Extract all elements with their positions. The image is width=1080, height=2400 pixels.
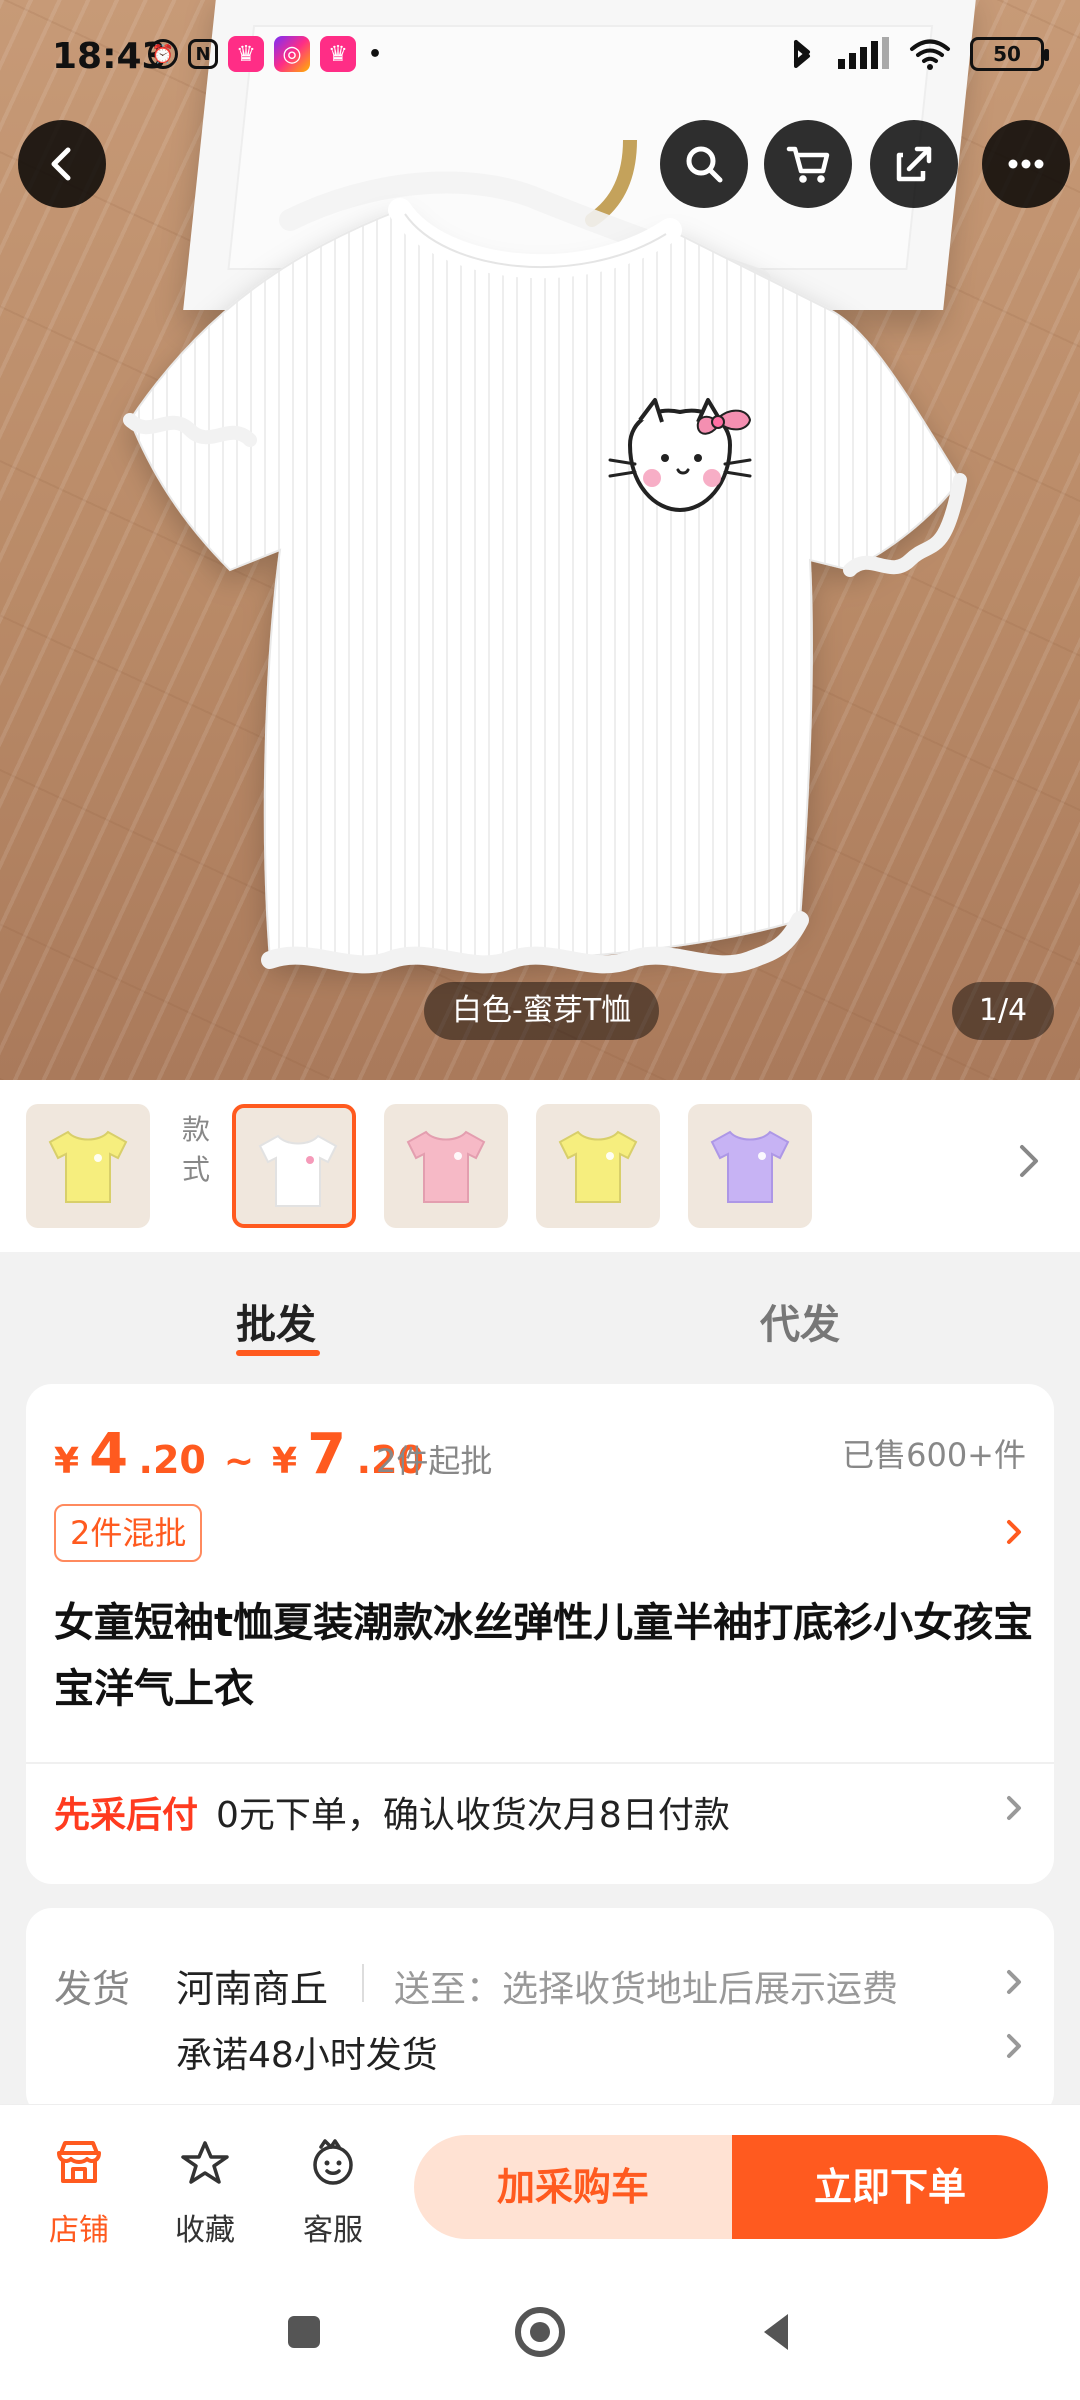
section-divider [26, 1762, 1054, 1764]
back-nav-icon[interactable] [748, 2304, 804, 2360]
app-notification-icon-2: ♛ [320, 36, 356, 72]
image-pager: 1/4 [952, 982, 1054, 1040]
tshirt-thumbnail-icon [558, 1130, 638, 1203]
battery-indicator: 50 [970, 37, 1049, 71]
sold-count: 已售600+件 [842, 1436, 1026, 1474]
currency-symbol-2: ¥ [272, 1441, 298, 1482]
ship-from: 河南商丘 [176, 1967, 329, 2011]
wifi-icon [910, 39, 950, 70]
price-card: ¥ 4 .20 ~ ¥ 7 .20 2件起批 已售600+件 2件混批 女童短袖… [26, 1384, 1054, 1884]
cart-icon [786, 146, 830, 183]
customer-service-button[interactable]: 客服 [278, 2121, 388, 2251]
minimum-quantity: 2件起批 [376, 1442, 493, 1480]
add-to-purchase-cart-button[interactable]: 加采购车 [414, 2135, 732, 2239]
active-tab-indicator [236, 1350, 320, 1356]
tshirt-thumbnail-icon [48, 1130, 128, 1203]
tshirt-thumbnail-icon [258, 1134, 338, 1207]
more-icon [1008, 159, 1044, 169]
customer-service-label: 客服 [303, 2213, 363, 2248]
purchase-mode-tabs: 批发 代发 [0, 1252, 1080, 1370]
app-notification-icon-1: ♛ [228, 36, 264, 72]
back-button[interactable] [18, 120, 106, 208]
price-range: ¥ 4 .20 ~ ¥ 7 .20 [54, 1422, 424, 1487]
favorite-button[interactable]: 收藏 [150, 2121, 260, 2251]
price-min-int: 4 [89, 1422, 129, 1487]
shop-label: 店铺 [49, 2213, 109, 2248]
share-icon [896, 146, 932, 182]
store-icon [57, 2141, 101, 2183]
tshirt-thumbnail-icon [710, 1130, 790, 1203]
tab-dropship[interactable]: 代发 [760, 1292, 840, 1350]
share-button[interactable] [870, 120, 958, 208]
bluetooth-icon [794, 40, 810, 68]
price-max-int: 7 [307, 1422, 347, 1487]
more-button[interactable] [982, 120, 1070, 208]
pay-later-highlight: 先采后付 [54, 1795, 199, 1836]
shipping-separator [362, 1964, 364, 2002]
cart-button[interactable] [764, 120, 852, 208]
style-thumbnail-row: 款式 [0, 1080, 1080, 1252]
currency-symbol: ¥ [54, 1441, 80, 1482]
alarm-icon: ⏰ [148, 39, 178, 69]
system-navigation-bar [0, 2264, 1080, 2400]
image-caption: 白色-蜜芽T恤 [424, 982, 660, 1040]
search-button[interactable] [660, 120, 748, 208]
style-label: 款式 [181, 1113, 210, 1186]
home-icon[interactable] [512, 2304, 568, 2360]
chevron-right-icon[interactable] [1002, 1135, 1054, 1187]
nfc-icon: N [188, 39, 218, 69]
thumbnail-5[interactable] [688, 1104, 812, 1228]
favorite-label: 收藏 [175, 2213, 235, 2248]
pay-later-description: 0元下单，确认收货次月8日付款 [216, 1795, 730, 1836]
thumbnail-2-selected[interactable] [232, 1104, 356, 1228]
status-bar: 18:43 ⏰ N ♛ ◎ ♛ • 50 [0, 0, 1080, 110]
chevron-right-icon[interactable] [994, 1788, 1034, 1828]
status-system-icons: 50 [786, 36, 1049, 72]
status-notification-icons: ⏰ N ♛ ◎ ♛ • [148, 36, 384, 72]
pay-later-row[interactable]: 先采后付 0元下单，确认收货次月8日付款 [54, 1786, 730, 1838]
instagram-icon: ◎ [274, 36, 310, 72]
shipping-card: 发货 河南商丘 送至：选择收货地址后展示运费 承诺48小时发货 [26, 1908, 1054, 2118]
chevron-right-icon[interactable] [994, 1512, 1034, 1552]
thumbnail-3[interactable] [384, 1104, 508, 1228]
chevron-right-icon[interactable] [994, 1962, 1034, 2002]
shop-button[interactable]: 店铺 [24, 2121, 134, 2251]
more-dot-icon: • [367, 41, 383, 67]
thumbnail-1[interactable] [26, 1104, 150, 1228]
price-tilde: ~ [223, 1441, 255, 1482]
product-title: 女童短袖t恤夏装潮款冰丝弹性儿童半袖打底衫小女孩宝宝洋气上衣 [54, 1600, 1034, 1712]
signal-icon [838, 37, 889, 69]
tab-wholesale[interactable]: 批发 [236, 1292, 316, 1350]
star-icon [181, 2141, 229, 2184]
tshirt-thumbnail-icon [406, 1130, 486, 1203]
shipping-label: 发货 [54, 1967, 131, 2011]
buy-now-button[interactable]: 立即下单 [732, 2135, 1048, 2239]
chevron-left-icon [51, 147, 71, 181]
chat-face-icon [313, 2139, 353, 2185]
price-min-dec: .20 [138, 1438, 206, 1482]
thumbnail-4[interactable] [536, 1104, 660, 1228]
search-icon [686, 146, 723, 183]
mix-batch-tag[interactable]: 2件混批 [54, 1504, 203, 1562]
chevron-right-icon[interactable] [994, 2026, 1034, 2066]
shipping-promise: 承诺48小时发货 [176, 2035, 438, 2076]
tshirt-image [123, 140, 967, 974]
ship-to[interactable]: 送至：选择收货地址后展示运费 [394, 1960, 898, 2012]
recent-apps-icon[interactable] [276, 2304, 332, 2360]
bottom-action-bar: 店铺 收藏 客服 加采购车 立即下单 [0, 2104, 1080, 2264]
